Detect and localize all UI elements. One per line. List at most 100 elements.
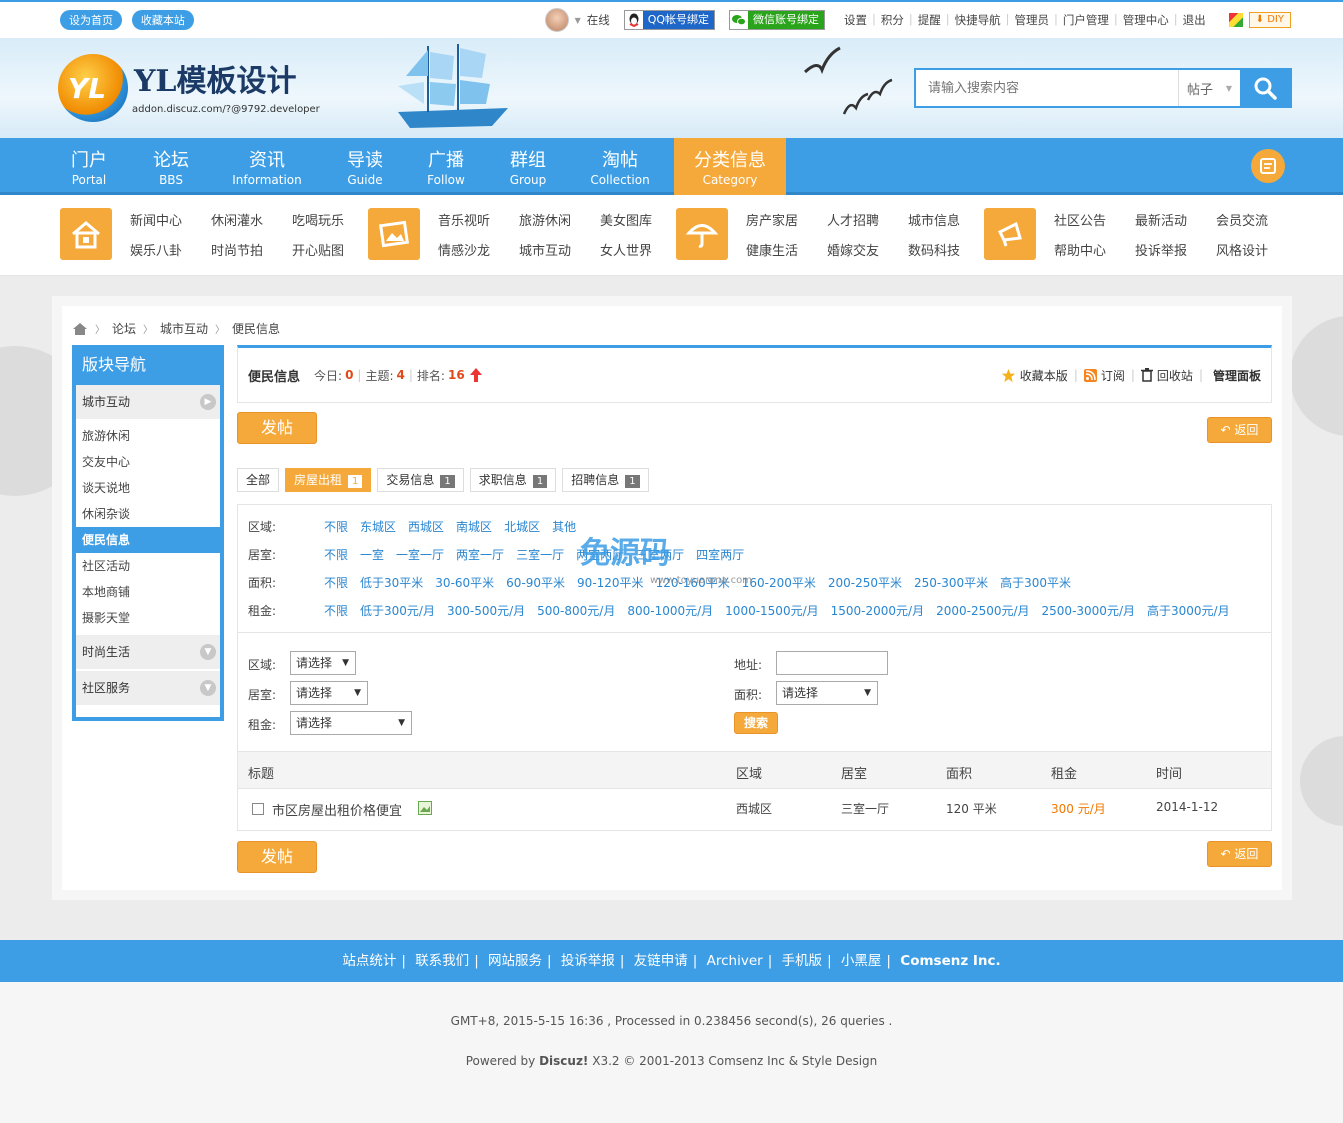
subnav-link[interactable]: 健康生活 (746, 240, 827, 270)
filter-option[interactable]: 不限 (324, 602, 348, 619)
notify-link[interactable]: 提醒 (918, 12, 941, 28)
filter-option[interactable]: 500-800元/月 (537, 602, 615, 619)
sidebar-category-fashion[interactable]: 时尚生活 ▼ (76, 635, 220, 669)
subnav-link[interactable]: 帮助中心 (1054, 240, 1135, 270)
subnav-link[interactable]: 社区公告 (1054, 210, 1135, 240)
post-button[interactable]: 发帖 (237, 412, 317, 444)
filter-option[interactable]: 1500-2000元/月 (831, 602, 924, 619)
filter-option[interactable]: 高于3000元/月 (1147, 602, 1230, 619)
subnav-link[interactable]: 情感沙龙 (438, 240, 519, 270)
nav-item-group[interactable]: 群组 Group (496, 138, 560, 195)
filter-option[interactable]: 三室一厅 (516, 546, 564, 563)
subnav-link[interactable]: 投诉举报 (1135, 240, 1216, 270)
wechat-bind-button[interactable]: 微信账号绑定 (729, 10, 826, 30)
filter-option[interactable]: 两室一厅 (456, 546, 504, 563)
logout-link[interactable]: 退出 (1183, 12, 1206, 28)
sidebar-item[interactable]: 休闲杂谈 (76, 501, 220, 527)
home-icon[interactable] (72, 322, 88, 336)
tab-all[interactable]: 全部 (237, 468, 280, 492)
sidebar-category-city[interactable]: 城市互动 ▶ (76, 385, 220, 419)
filter-option[interactable]: 其他 (552, 518, 576, 535)
region-select[interactable]: 请选择 ▼ (290, 651, 356, 675)
sidebar-item[interactable]: 社区活动 (76, 553, 220, 579)
subscribe-link[interactable]: 订阅 (1101, 367, 1125, 384)
recycle-bin-link[interactable]: 回收站 (1157, 367, 1193, 384)
filter-option[interactable]: 1000-1500元/月 (725, 602, 818, 619)
avatar[interactable] (544, 8, 569, 32)
filter-option[interactable]: 不限 (324, 518, 348, 535)
filter-option[interactable]: 低于300元/月 (360, 602, 435, 619)
footer-link[interactable]: 小黑屋 (841, 953, 882, 969)
set-home-button[interactable]: 设为首页 (60, 10, 122, 30)
logo-text[interactable]: YL模板设计 (134, 56, 297, 100)
filter-option[interactable]: 30-60平米 (435, 574, 494, 591)
admin-link[interactable]: 管理员 (1015, 12, 1050, 28)
filter-option[interactable]: 一室一厅 (396, 546, 444, 563)
breadcrumb-forum[interactable]: 论坛 (112, 320, 136, 337)
filter-option[interactable]: 西城区 (408, 518, 444, 535)
filter-option[interactable]: 东城区 (360, 518, 396, 535)
search-button[interactable] (1240, 70, 1290, 106)
filter-option[interactable]: 800-1000元/月 (627, 602, 713, 619)
back-button-bottom[interactable]: ↶ 返回 (1207, 841, 1272, 867)
nav-item-portal[interactable]: 门户 Portal (58, 138, 120, 195)
filter-option[interactable]: 60-90平米 (506, 574, 565, 591)
subnav-link[interactable]: 数码科技 (908, 240, 989, 270)
subnav-link[interactable]: 房产家居 (746, 210, 827, 240)
qq-bind-button[interactable]: QQ帐号绑定 (623, 10, 716, 30)
subnav-link[interactable]: 开心贴图 (292, 240, 373, 270)
tab-recruit[interactable]: 招聘信息 1 (562, 468, 649, 492)
filter-option[interactable]: 高于300平米 (1000, 574, 1071, 591)
footer-link[interactable]: 友链申请 (634, 953, 688, 969)
filter-option[interactable]: 160-200平米 (742, 574, 816, 591)
favorite-forum-link[interactable]: 收藏本版 (1020, 367, 1068, 384)
search-type-select[interactable]: 帖子 ▼ (1178, 70, 1240, 106)
sidebar-item[interactable]: 本地商铺 (76, 579, 220, 605)
filter-option[interactable]: 2500-3000元/月 (1042, 602, 1135, 619)
subnav-link[interactable]: 城市互动 (519, 240, 600, 270)
tab-house-rent[interactable]: 房屋出租 1 (285, 468, 372, 492)
address-input[interactable] (776, 651, 888, 675)
back-button[interactable]: ↶ 返回 (1207, 417, 1272, 443)
footer-link[interactable]: 联系我们 (415, 953, 469, 969)
subnav-link[interactable]: 新闻中心 (130, 210, 211, 240)
room-select[interactable]: 请选择 ▼ (290, 681, 368, 705)
search-input[interactable] (916, 70, 1178, 106)
post-message-icon[interactable] (1251, 149, 1285, 183)
subnav-link[interactable]: 娱乐八卦 (130, 240, 211, 270)
style-flag-icon[interactable] (1228, 13, 1243, 27)
thread-title-link[interactable]: 市区房屋出租价格便宜 (272, 800, 402, 819)
filter-option[interactable]: 一室 (360, 546, 384, 563)
filter-option[interactable]: 不限 (324, 546, 348, 563)
sidebar-item[interactable]: 谈天说地 (76, 475, 220, 501)
footer-company-link[interactable]: Comsenz Inc. (900, 953, 1000, 969)
subnav-link[interactable]: 旅游休闲 (519, 210, 600, 240)
subnav-link[interactable]: 时尚节拍 (211, 240, 292, 270)
sidebar-item[interactable]: 交友中心 (76, 449, 220, 475)
subnav-link[interactable]: 最新活动 (1135, 210, 1216, 240)
sidebar-item[interactable]: 旅游休闲 (76, 423, 220, 449)
filter-option[interactable]: 200-250平米 (828, 574, 902, 591)
settings-link[interactable]: 设置 (844, 12, 867, 28)
subnav-link[interactable]: 风格设计 (1216, 240, 1297, 270)
sidebar-category-service[interactable]: 社区服务 ▼ (76, 671, 220, 705)
rent-select[interactable]: 请选择 ▼ (290, 711, 412, 735)
subnav-link[interactable]: 美女图库 (600, 210, 681, 240)
manage-panel-link[interactable]: 管理面板 (1213, 367, 1261, 384)
row-checkbox[interactable] (252, 803, 264, 815)
filter-option[interactable]: 不限 (324, 574, 348, 591)
subnav-link[interactable]: 音乐视听 (438, 210, 519, 240)
breadcrumb-current[interactable]: 便民信息 (232, 320, 280, 337)
discuz-link[interactable]: Discuz! (539, 1054, 588, 1068)
nav-item-follow[interactable]: 广播 Follow (415, 138, 477, 195)
subnav-link[interactable]: 城市信息 (908, 210, 989, 240)
breadcrumb-city[interactable]: 城市互动 (160, 320, 208, 337)
footer-link[interactable]: Archiver (707, 953, 763, 969)
bookmark-button[interactable]: 收藏本站 (131, 10, 194, 30)
quick-nav-link[interactable]: 快捷导航 (955, 12, 1001, 28)
nav-item-guide[interactable]: 导读 Guide (334, 138, 396, 195)
subnav-link[interactable]: 婚嫁交友 (827, 240, 908, 270)
nav-item-category[interactable]: 分类信息 Category (674, 138, 786, 195)
search-filter-button[interactable]: 搜索 (734, 712, 778, 734)
post-button-bottom[interactable]: 发帖 (237, 841, 317, 873)
